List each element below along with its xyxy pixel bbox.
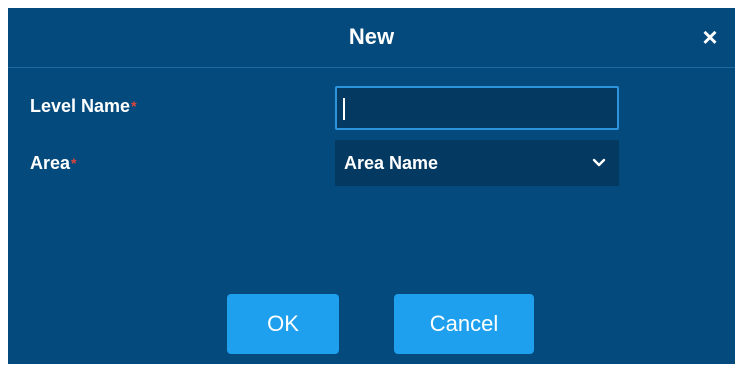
required-marker: * — [131, 98, 137, 114]
level-name-label: Level Name* — [30, 94, 137, 118]
required-marker: * — [71, 155, 77, 171]
chevron-down-icon — [592, 158, 606, 167]
level-name-label-text: Level Name — [30, 96, 131, 116]
ok-button[interactable]: OK — [227, 294, 339, 354]
area-select[interactable]: Area Name — [335, 140, 619, 186]
area-label-text: Area — [30, 153, 71, 173]
new-level-dialog: New × Level Name* Area* Area Name OK Can… — [8, 8, 735, 364]
dialog-titlebar: New × — [8, 8, 735, 68]
area-label: Area* — [30, 151, 76, 175]
cancel-button[interactable]: Cancel — [394, 294, 534, 354]
text-cursor — [343, 98, 345, 120]
close-icon[interactable]: × — [695, 22, 725, 52]
area-select-value: Area Name — [344, 153, 439, 173]
level-name-input[interactable] — [335, 86, 619, 130]
dialog-title: New — [348, 24, 395, 49]
